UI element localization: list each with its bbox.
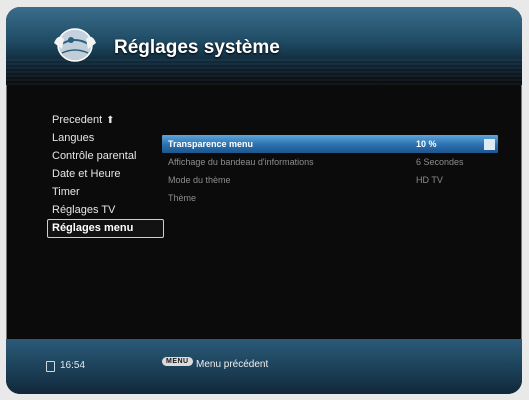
setting-label: Mode du thème — [168, 175, 231, 185]
sidebar-item-label: Precedent — [52, 114, 103, 126]
sidebar-item-date-heure[interactable]: Date et Heure — [48, 165, 164, 183]
footer-bar: 16:54 MENU Menu précédent — [6, 339, 522, 394]
clock-icon — [46, 361, 55, 372]
sidebar-menu: Precedent ⬆ Langues Contrôle parental Dat… — [47, 111, 164, 238]
header-bar: Réglages système — [6, 7, 522, 85]
setting-value: 10 % — [416, 139, 437, 149]
tv-screen: Réglages système Precedent ⬆ Langues Cont… — [6, 7, 522, 394]
sidebar-item-label: Réglages TV — [52, 204, 116, 216]
menu-key-icon[interactable]: MENU — [162, 357, 193, 366]
sidebar-item-label: Réglages menu — [52, 222, 134, 234]
sidebar-item-timer[interactable]: Timer — [48, 183, 164, 201]
sidebar-item-reglages-menu[interactable]: Réglages menu — [47, 219, 164, 238]
page-title: Réglages système — [114, 37, 280, 58]
clock-time: 16:54 — [60, 360, 86, 371]
sidebar-item-label: Date et Heure — [52, 168, 121, 180]
sidebar-item-label: Timer — [52, 186, 80, 198]
setting-value: 6 Secondes — [416, 157, 464, 167]
sidebar-item-label: Contrôle parental — [52, 150, 137, 162]
setting-row-bandeau[interactable]: Affichage du bandeau d'informations 6 Se… — [162, 153, 498, 171]
setting-row-mode-theme[interactable]: Mode du thème HD TV — [162, 171, 498, 189]
setting-label: Thème — [168, 193, 197, 203]
sidebar-item-reglages-tv[interactable]: Réglages TV — [48, 201, 164, 219]
arrow-up-icon: ⬆ — [106, 115, 115, 126]
slider-icon — [484, 139, 495, 150]
globe-hands-logo-icon — [54, 28, 96, 62]
setting-row-transparence[interactable]: Transparence menu 10 % — [162, 135, 498, 153]
setting-row-theme[interactable]: Thème — [162, 189, 498, 207]
menu-hint-label: Menu précédent — [196, 359, 269, 370]
sidebar-item-precedent[interactable]: Precedent ⬆ — [48, 111, 164, 129]
sidebar-item-label: Langues — [52, 132, 95, 144]
setting-label: Transparence menu — [168, 139, 254, 149]
settings-panel: Transparence menu 10 % Affichage du band… — [162, 135, 498, 207]
setting-label: Affichage du bandeau d'informations — [168, 157, 314, 167]
sidebar-item-langues[interactable]: Langues — [48, 129, 164, 147]
sidebar-item-controle-parental[interactable]: Contrôle parental — [48, 147, 164, 165]
setting-value: HD TV — [416, 175, 443, 185]
